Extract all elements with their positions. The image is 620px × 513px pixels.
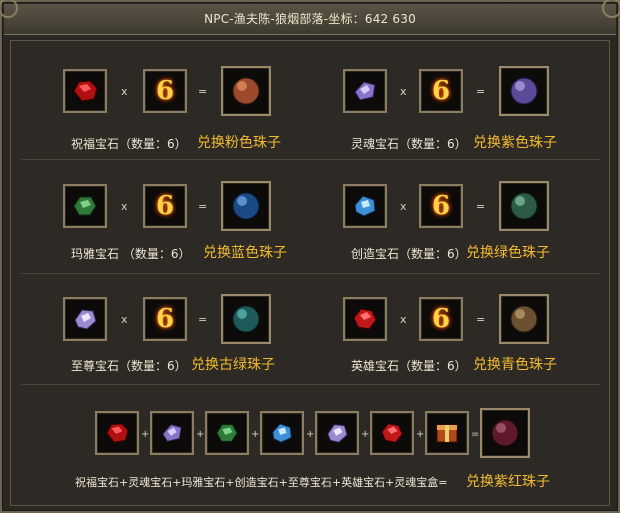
exchange-green-link[interactable]: 兑换绿色珠子 (466, 242, 550, 262)
multiply-sign: x (400, 313, 407, 326)
purple-bead-slot[interactable] (499, 66, 549, 116)
pink-bead-slot[interactable] (221, 66, 271, 116)
gem-label: 灵魂宝石（数量：6） (351, 137, 467, 151)
row-divider (21, 273, 601, 274)
count-six: 6 (431, 304, 451, 334)
soul-gem-icon (162, 424, 182, 442)
gem-label: 玛雅宝石 （数量：6） (71, 247, 191, 261)
soul-gem-icon (354, 81, 376, 101)
blessing-gem-icon (73, 80, 98, 102)
cyan-bead-slot[interactable] (499, 294, 549, 344)
plus-sign: + (306, 429, 315, 440)
purple-bead-icon (510, 77, 538, 105)
title-bar[interactable]: NPC-渔夫陈-狼烟部落-坐标：642 630 (4, 4, 616, 35)
count-slot: 6 (143, 297, 187, 341)
multiply-sign: x (121, 85, 128, 98)
magenta-bead-slot[interactable] (480, 408, 530, 458)
window-title: NPC-渔夫陈-狼烟部落-坐标：642 630 (204, 12, 416, 26)
plus-sign: + (196, 429, 205, 440)
count-slot: 6 (419, 297, 463, 341)
combo-soul-box-slot[interactable] (425, 411, 469, 455)
equals-sign: = (471, 429, 480, 440)
combo-blessing-gem-slot[interactable] (95, 411, 139, 455)
gem-label: 英雄宝石（数量：6） (351, 359, 467, 373)
count-six: 6 (155, 304, 175, 334)
count-slot: 6 (419, 184, 463, 228)
green-bead-slot[interactable] (499, 181, 549, 231)
equals-sign: = (198, 85, 208, 98)
count-six: 6 (155, 191, 175, 221)
equals-sign: = (198, 313, 208, 326)
supreme-gem-icon (327, 424, 348, 443)
hero-gem-icon (353, 308, 377, 330)
npc-exchange-window: NPC-渔夫陈-狼烟部落-坐标：642 630 x 6 = 祝福宝石（数量：6）… (0, 0, 620, 513)
blue-bead-slot[interactable] (221, 181, 271, 231)
blessing-gem-icon (106, 423, 129, 443)
soul-gem-slot[interactable] (343, 69, 387, 113)
soul-box-icon (436, 424, 458, 443)
combo-hero-gem-slot[interactable] (370, 411, 414, 455)
multiply-sign: x (121, 200, 128, 213)
gem-label: 祝福宝石（数量：6） (71, 137, 187, 151)
count-slot: 6 (143, 184, 187, 228)
equals-sign: = (198, 200, 208, 213)
supreme-gem-icon (74, 309, 97, 330)
exchange-blue-link[interactable]: 兑换蓝色珠子 (203, 242, 287, 262)
equals-sign: = (476, 85, 486, 98)
hero-gem-slot[interactable] (343, 297, 387, 341)
corner-ornament-icon (602, 0, 620, 18)
exchange-ancient-green-link[interactable]: 兑换古绿珠子 (191, 354, 275, 374)
count-slot: 6 (419, 69, 463, 113)
maya-gem-slot[interactable] (63, 184, 107, 228)
combo-creation-gem-slot[interactable] (260, 411, 304, 455)
combo-soul-gem-slot[interactable] (150, 411, 194, 455)
row-divider (21, 384, 601, 385)
exchange-panel: x 6 = 祝福宝石（数量：6） 兑换粉色珠子 x 6 = 灵魂宝石（数量：6）… (10, 40, 610, 506)
ancient-green-bead-icon (232, 305, 260, 333)
equals-sign: = (476, 200, 486, 213)
plus-sign: + (251, 429, 260, 440)
count-six: 6 (155, 76, 175, 106)
count-six: 6 (431, 191, 451, 221)
plus-sign: + (141, 429, 150, 440)
plus-sign: + (361, 429, 370, 440)
count-six: 6 (431, 76, 451, 106)
multiply-sign: x (400, 85, 407, 98)
blue-bead-icon (232, 192, 260, 220)
maya-gem-icon (73, 196, 97, 216)
creation-gem-icon (272, 423, 292, 443)
multiply-sign: x (121, 313, 128, 326)
hero-gem-icon (381, 423, 403, 443)
count-slot: 6 (143, 69, 187, 113)
maya-gem-icon (216, 424, 238, 442)
supreme-gem-slot[interactable] (63, 297, 107, 341)
multiply-sign: x (400, 200, 407, 213)
pink-bead-icon (232, 77, 260, 105)
gem-label: 至尊宝石（数量：6） (71, 359, 187, 373)
creation-gem-slot[interactable] (343, 184, 387, 228)
blessing-gem-slot[interactable] (63, 69, 107, 113)
exchange-cyan-link[interactable]: 兑换青色珠子 (473, 354, 557, 374)
row-divider (21, 159, 601, 160)
plus-sign: + (416, 429, 425, 440)
exchange-purple-link[interactable]: 兑换紫色珠子 (473, 132, 557, 152)
combo-supreme-gem-slot[interactable] (315, 411, 359, 455)
exchange-magenta-link[interactable]: 兑换紫红珠子 (466, 471, 550, 491)
combo-recipe-label: 祝福宝石+灵魂宝石+玛雅宝石+创造宝石+至尊宝石+英雄宝石+灵魂宝盒= (75, 476, 448, 489)
cyan-bead-icon (510, 305, 538, 333)
gem-label: 创造宝石（数量：6） (351, 247, 467, 261)
ancient-green-bead-slot[interactable] (221, 294, 271, 344)
exchange-pink-link[interactable]: 兑换粉色珠子 (197, 132, 281, 152)
creation-gem-icon (354, 195, 376, 217)
green-bead-icon (510, 192, 538, 220)
combo-maya-gem-slot[interactable] (205, 411, 249, 455)
equals-sign: = (476, 313, 486, 326)
magenta-bead-icon (491, 419, 519, 447)
